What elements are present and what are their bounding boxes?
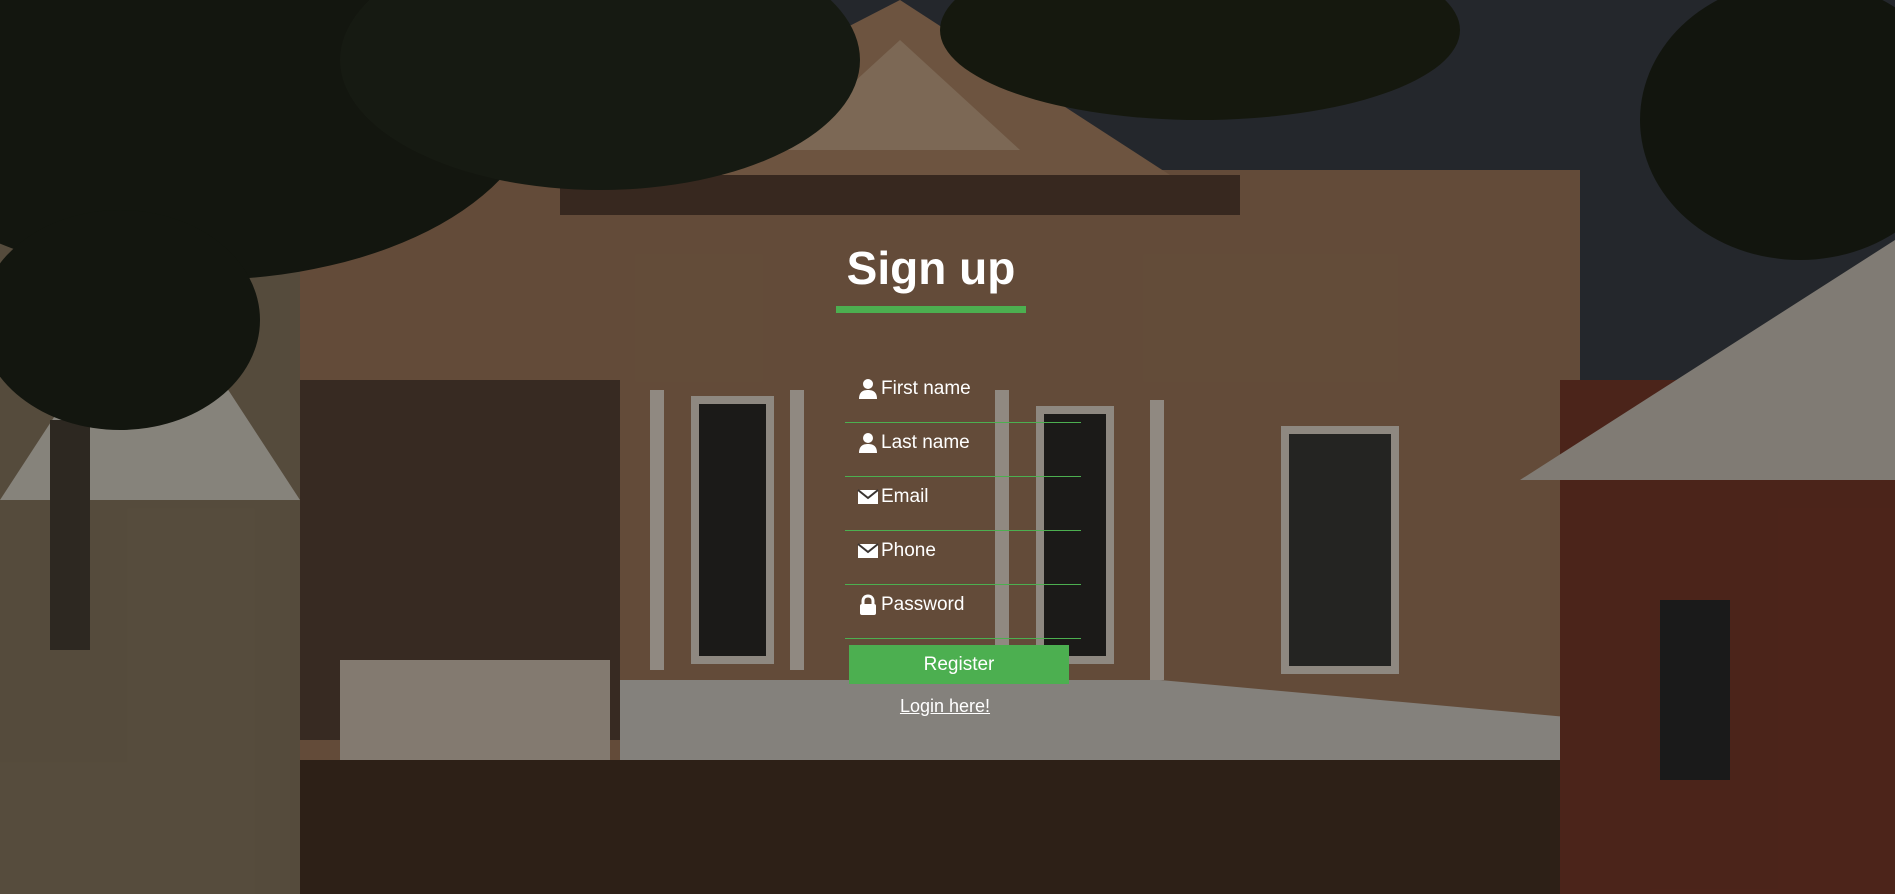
phone-input[interactable] bbox=[881, 538, 1076, 564]
login-link[interactable]: Login here! bbox=[880, 696, 1010, 717]
first-name-field bbox=[845, 370, 1081, 423]
title-underline bbox=[836, 306, 1026, 313]
user-icon bbox=[857, 432, 879, 454]
password-field bbox=[845, 586, 1081, 639]
user-icon bbox=[857, 378, 879, 400]
envelope-icon bbox=[857, 486, 879, 508]
phone-field bbox=[845, 532, 1081, 585]
email-input[interactable] bbox=[881, 484, 1076, 510]
last-name-field bbox=[845, 424, 1081, 477]
lock-icon bbox=[857, 594, 879, 616]
password-input[interactable] bbox=[881, 592, 1076, 618]
page-title: Sign up bbox=[846, 242, 1016, 294]
first-name-input[interactable] bbox=[881, 376, 1076, 402]
register-button[interactable]: Register bbox=[849, 645, 1069, 684]
email-field bbox=[845, 478, 1081, 531]
envelope-icon bbox=[857, 540, 879, 562]
last-name-input[interactable] bbox=[881, 430, 1076, 456]
signup-form bbox=[845, 370, 1081, 640]
